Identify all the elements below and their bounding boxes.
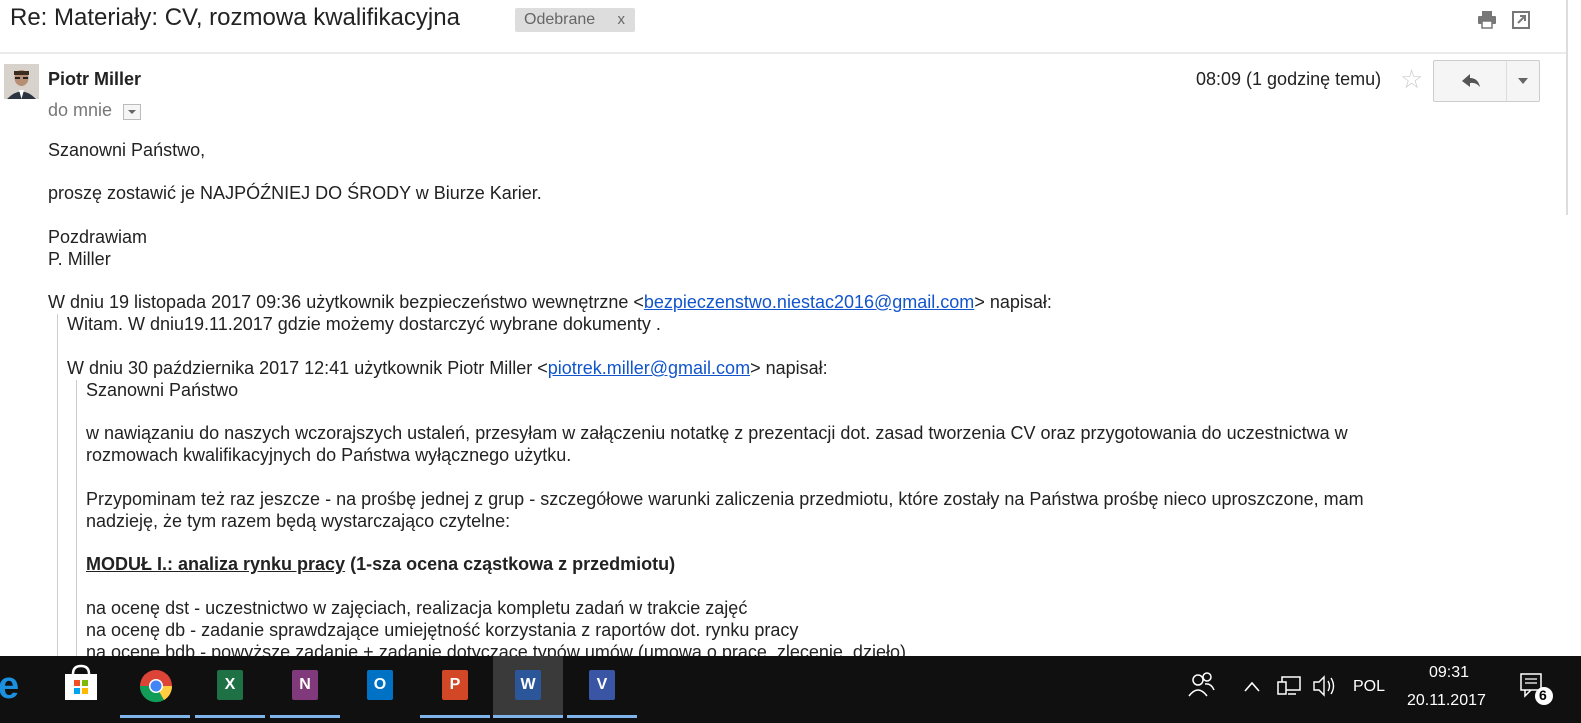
running-indicator xyxy=(493,715,563,718)
action-center-icon[interactable]: 6 xyxy=(1515,656,1555,716)
email-link[interactable]: bezpieczenstwo.niestac2016@gmail.com xyxy=(644,292,974,312)
quote-header-prefix: W dniu 19 listopada 2017 09:36 użytkowni… xyxy=(48,292,644,312)
chevron-down-icon xyxy=(1518,78,1528,84)
quote-bar xyxy=(76,380,77,656)
quote-text: Szanowni Państwo xyxy=(86,380,239,400)
label-chip-text: Odebrane xyxy=(524,11,596,28)
clock-time[interactable]: 09:31 xyxy=(1429,664,1469,682)
input-language[interactable]: POL xyxy=(1353,678,1385,696)
quote-header: W dniu 19 listopada 2017 09:36 użytkowni… xyxy=(48,291,1052,313)
visio-icon[interactable]: V xyxy=(567,656,637,718)
quote-text: Witam. W dniu19.11.2017 gdzie możemy dos… xyxy=(67,314,661,334)
quote-text: nadzieję, że tym razem będą wystarczając… xyxy=(86,511,511,531)
grade-line: na ocenę db - zadanie sprawdzające umiej… xyxy=(86,620,799,640)
scrollbar[interactable] xyxy=(1566,0,1568,215)
quote-header-suffix: > napisał: xyxy=(974,292,1052,312)
body-line: Szanowni Państwo, xyxy=(48,140,206,160)
email-subject: Re: Materiały: CV, rozmowa kwalifikacyjn… xyxy=(10,4,460,31)
network-icon[interactable] xyxy=(1276,656,1304,716)
reply-button[interactable] xyxy=(1433,60,1508,102)
windows-taskbar: e X N O P W V POL 09:31 20.11.2017 6 xyxy=(0,656,1581,723)
module-subtitle: (1-sza ocena cząstkowa z przedmiotu) xyxy=(345,554,676,574)
edge-icon[interactable]: e xyxy=(0,656,30,716)
onenote-icon[interactable]: N xyxy=(270,656,340,718)
more-actions-button[interactable] xyxy=(1506,60,1540,102)
body-line: P. Miller xyxy=(48,249,111,269)
running-indicator xyxy=(120,715,190,718)
email-header: Re: Materiały: CV, rozmowa kwalifikacyjn… xyxy=(0,0,1568,50)
quote-header-prefix: W dniu 30 października 2017 12:41 użytko… xyxy=(67,358,548,378)
notification-count: 6 xyxy=(1539,687,1547,703)
email-link[interactable]: piotrek.miller@gmail.com xyxy=(548,358,750,378)
header-divider xyxy=(0,52,1568,54)
svg-text:e: e xyxy=(0,665,19,707)
star-icon[interactable]: ☆ xyxy=(1400,64,1423,95)
module-title: MODUŁ I.: analiza rynku pracy xyxy=(86,554,346,574)
powerpoint-icon[interactable]: P xyxy=(420,656,490,718)
grade-line: na ocenę dst - uczestnictwo w zajęciach,… xyxy=(86,598,748,618)
quote-header: W dniu 30 października 2017 12:41 użytko… xyxy=(67,357,828,379)
clock-date[interactable]: 20.11.2017 xyxy=(1407,692,1486,710)
store-icon[interactable] xyxy=(46,656,116,716)
avatar[interactable] xyxy=(4,64,39,99)
recipient-details-button[interactable] xyxy=(123,104,141,120)
running-indicator xyxy=(270,715,340,718)
chevron-up-icon[interactable] xyxy=(1241,656,1263,716)
outlook-icon[interactable]: O xyxy=(345,656,415,716)
body-line: Pozdrawiam xyxy=(48,227,148,247)
running-indicator xyxy=(195,715,265,718)
quote-text: rozmowach kwalifikacyjnych do Państwa wy… xyxy=(86,445,572,465)
quote-text: Przypominam też raz jeszcze - na prośbę … xyxy=(86,489,1364,509)
word-icon[interactable]: W xyxy=(493,656,563,718)
module-heading: MODUŁ I.: analiza rynku pracy (1-sza oce… xyxy=(86,553,675,575)
open-new-window-icon[interactable] xyxy=(1512,11,1532,29)
quote-bar xyxy=(57,314,58,656)
label-chip-inbox[interactable]: Odebrane x xyxy=(515,8,635,32)
email-timestamp: 08:09 (1 godzinę temu) xyxy=(1196,69,1382,89)
running-indicator xyxy=(420,715,490,718)
chevron-down-icon xyxy=(128,110,136,114)
recipient-summary: do mnie xyxy=(48,100,113,120)
label-remove-button[interactable]: x xyxy=(618,11,626,28)
quote-text: w nawiązaniu do naszych wczorajszych ust… xyxy=(86,423,1348,443)
chrome-icon[interactable] xyxy=(120,656,190,718)
reply-icon xyxy=(1462,74,1480,87)
sender-name[interactable]: Piotr Miller xyxy=(48,69,141,90)
print-icon[interactable] xyxy=(1477,11,1497,29)
people-icon[interactable] xyxy=(1186,656,1216,716)
volume-icon[interactable] xyxy=(1311,656,1339,716)
running-indicator xyxy=(567,715,637,718)
quote-header-suffix: > napisał: xyxy=(750,358,828,378)
body-line: proszę zostawić je NAJPÓŹNIEJ DO ŚRODY w… xyxy=(48,183,542,203)
excel-icon[interactable]: X xyxy=(195,656,265,718)
